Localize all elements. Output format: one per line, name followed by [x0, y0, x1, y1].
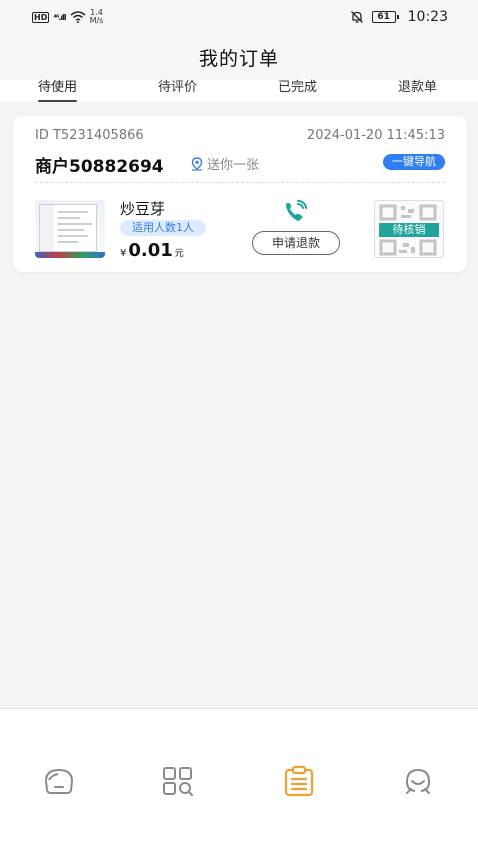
signal-icon: ⁴⁶.ıll: [53, 12, 66, 22]
gift-text: 送你一张: [207, 158, 260, 173]
gift-info: 送你一张: [191, 154, 259, 173]
tab-pending-use[interactable]: 待使用: [38, 80, 78, 102]
network-speed: 1.4 M/s: [90, 9, 104, 25]
bottom-nav: [0, 708, 478, 850]
page-title: 我的订单: [198, 47, 279, 70]
tab-refunds[interactable]: 退款单: [398, 80, 437, 102]
price-currency: ¥: [120, 248, 127, 259]
clock: 10:23: [407, 9, 448, 25]
price-value: 0.01: [128, 240, 173, 261]
home-icon[interactable]: [42, 765, 76, 797]
merchant-name: 商户50882694: [35, 157, 164, 177]
order-tabs: 待使用 待评价 已完成 退款单: [0, 80, 478, 102]
status-right: 61 10:23: [350, 9, 448, 25]
phone-icon[interactable]: [283, 200, 309, 224]
people-tag: 适用人数1人: [120, 220, 206, 236]
item-thumbnail[interactable]: [35, 200, 105, 258]
orders-icon[interactable]: [282, 765, 316, 797]
hd-indicator: HD: [32, 11, 50, 23]
speed-unit: M/s: [89, 16, 104, 25]
tab-completed[interactable]: 已完成: [278, 80, 317, 102]
battery-icon: 61: [371, 11, 399, 23]
mute-bell-icon: [350, 11, 363, 23]
apply-refund-button[interactable]: 申请退款: [252, 231, 340, 255]
item-name: 炒豆芽: [120, 200, 166, 218]
card-divider: [35, 182, 445, 183]
status-bar: HD ⁴⁶.ıll 1.4 M/s 61 10:23: [0, 0, 478, 34]
order-card[interactable]: ID T5231405866 2024-01-20 11:45:13 商户508…: [13, 116, 467, 272]
location-pin-icon: [191, 156, 203, 171]
qr-code[interactable]: 待核销: [374, 200, 444, 258]
price-unit: 元: [174, 249, 184, 259]
navigate-button[interactable]: 一键导航: [383, 154, 445, 170]
order-datetime: 2024-01-20 11:45:13: [306, 128, 445, 143]
tab-pending-review[interactable]: 待评价: [158, 80, 197, 102]
profile-icon[interactable]: [401, 765, 435, 797]
header: 我的订单: [0, 34, 478, 80]
category-search-icon[interactable]: [161, 765, 195, 797]
order-id: ID T5231405866: [35, 128, 144, 143]
price: ¥ 0.01 元: [120, 240, 184, 261]
thumbnail-window: [39, 204, 97, 252]
status-left: HD ⁴⁶.ıll 1.4 M/s: [32, 9, 103, 25]
pending-verification-badge: 待核销: [379, 223, 439, 237]
wifi-icon: [70, 11, 86, 23]
